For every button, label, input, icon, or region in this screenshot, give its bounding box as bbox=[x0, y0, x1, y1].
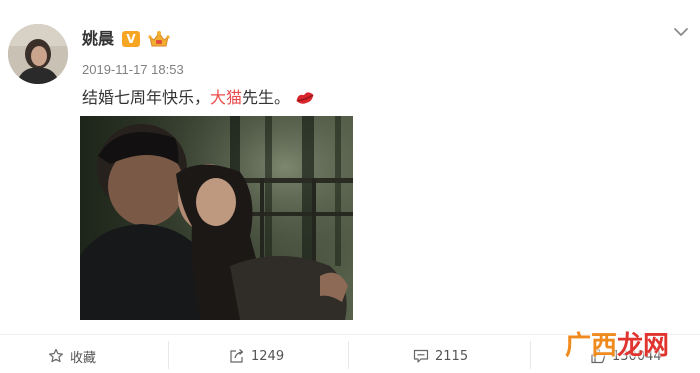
author-name[interactable]: 姚晨 bbox=[82, 29, 114, 49]
member-crown-icon[interactable] bbox=[148, 29, 170, 49]
favorite-button[interactable]: 收藏 bbox=[48, 345, 96, 367]
action-separator bbox=[168, 341, 169, 369]
post-text: 结婚七周年快乐，大猫先生。 bbox=[82, 87, 316, 113]
avatar-image bbox=[8, 24, 68, 84]
action-separator bbox=[530, 341, 531, 369]
post-text-before: 结婚七周年快乐， bbox=[82, 88, 211, 107]
watermark-part-1: 广西 bbox=[565, 331, 618, 361]
comment-icon bbox=[413, 349, 429, 363]
post-timestamp[interactable]: 2019-11-17 18:53 bbox=[82, 62, 184, 78]
post-text-after: 先生。 bbox=[242, 88, 291, 107]
repost-icon bbox=[230, 349, 244, 363]
kiss-lips-icon bbox=[294, 89, 316, 113]
repost-count: 1249 bbox=[251, 348, 285, 364]
post-photo[interactable] bbox=[80, 116, 353, 320]
repost-button[interactable]: 1249 bbox=[229, 345, 284, 367]
comment-count: 2115 bbox=[435, 348, 469, 364]
star-icon bbox=[49, 348, 63, 363]
chevron-down-icon[interactable] bbox=[672, 24, 690, 38]
action-separator bbox=[348, 341, 349, 369]
verified-badge-icon[interactable]: V bbox=[122, 31, 140, 47]
favorite-label: 收藏 bbox=[70, 350, 97, 366]
avatar[interactable] bbox=[8, 24, 68, 84]
comment-button[interactable]: 2115 bbox=[413, 345, 468, 367]
mention-link[interactable]: 大猫 bbox=[210, 88, 242, 107]
site-watermark: 广西 龙网 bbox=[565, 326, 669, 366]
watermark-part-2: 龙网 bbox=[617, 331, 670, 361]
